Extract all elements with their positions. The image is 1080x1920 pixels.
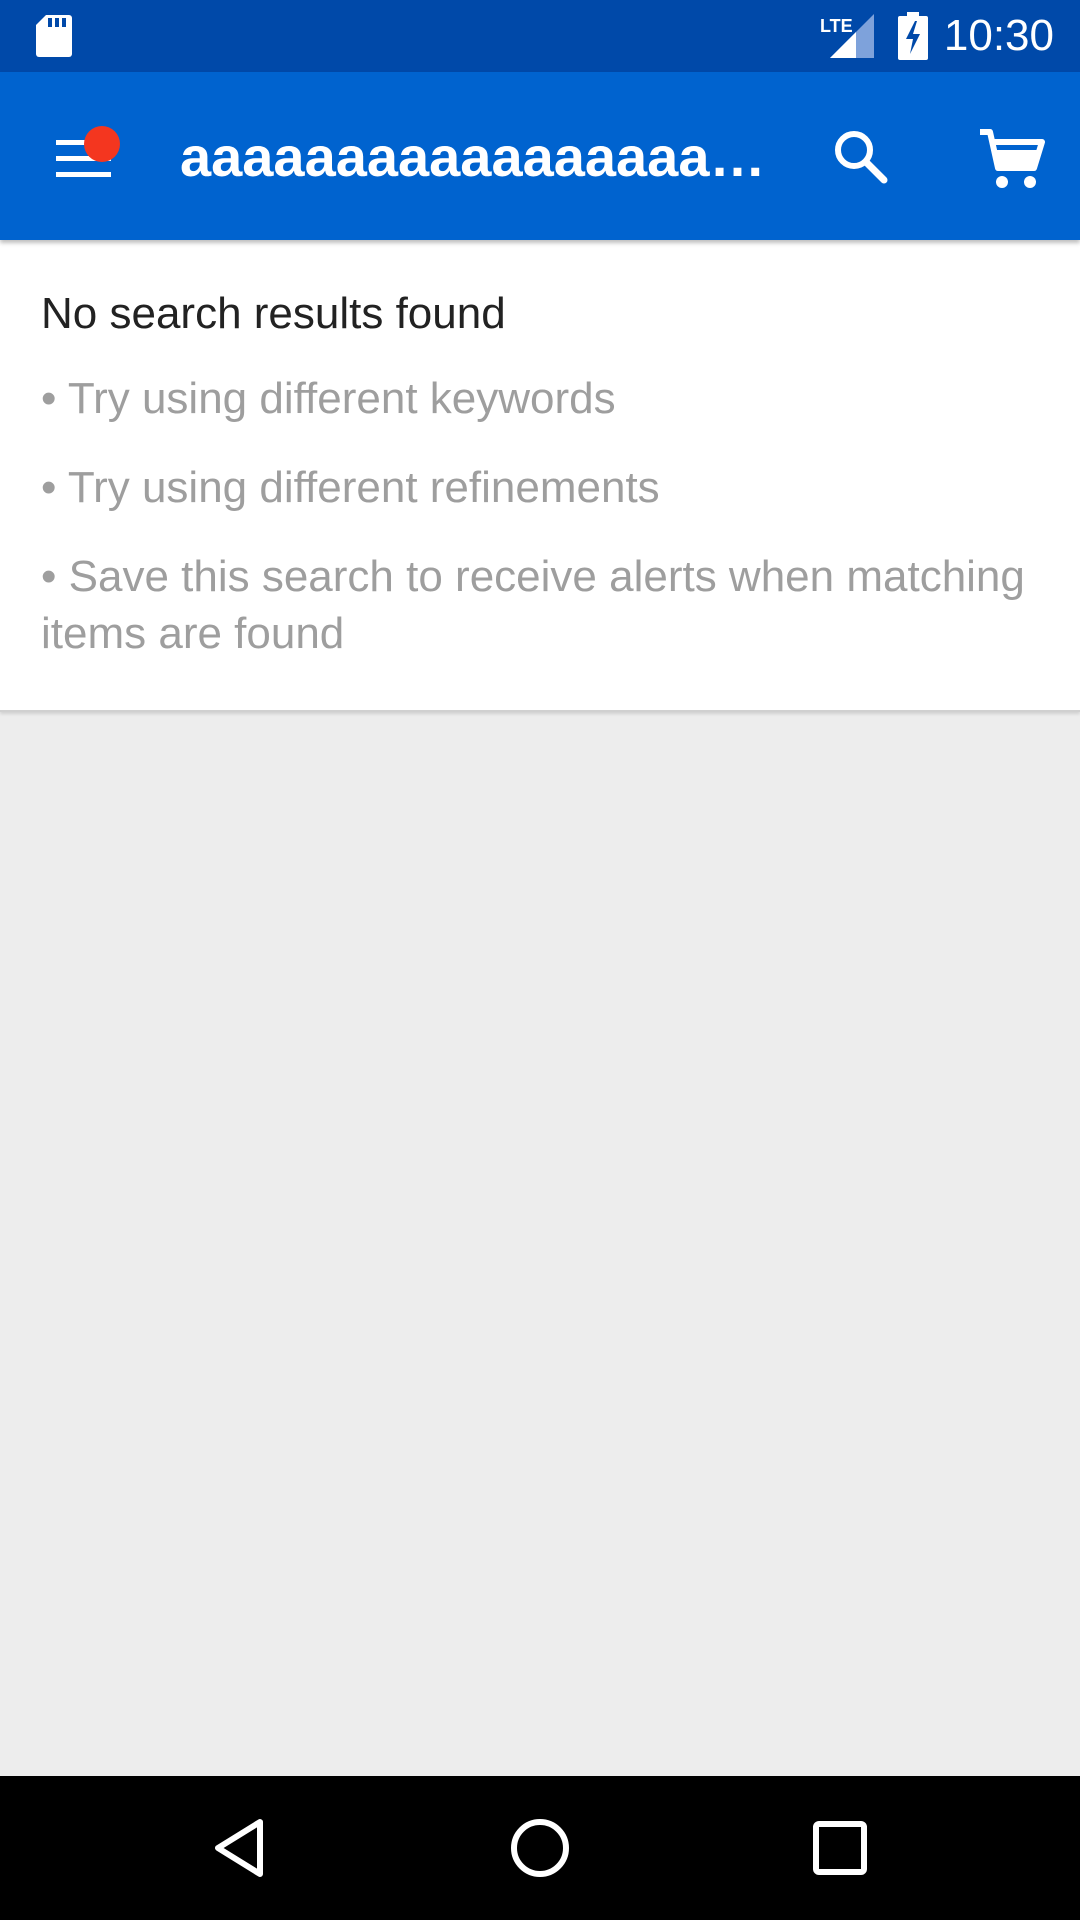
- home-button[interactable]: [490, 1798, 590, 1898]
- tips-list: • Try using different keywords • Try usi…: [41, 370, 1041, 694]
- navigation-bar: [0, 1776, 1080, 1920]
- home-icon: [511, 1819, 569, 1877]
- search-icon: [835, 131, 888, 184]
- lte-signal-icon: LTE: [820, 14, 874, 58]
- recents-button[interactable]: [790, 1798, 890, 1898]
- menu-button[interactable]: [40, 116, 130, 196]
- no-results-card: No search results found • Try using diff…: [0, 240, 1080, 712]
- back-button[interactable]: [190, 1798, 290, 1898]
- search-query-title[interactable]: aaaaaaaaaaaaaaaaaaaaaaaaaaaa: [180, 122, 770, 192]
- battery-charging-icon: [898, 12, 928, 60]
- tip-refinements: • Try using different refinements: [41, 463, 660, 512]
- notification-dot: [84, 126, 120, 162]
- recents-icon: [813, 1821, 867, 1875]
- no-results-title: No search results found: [41, 289, 506, 338]
- cart-icon: [980, 129, 1045, 188]
- tip-save-search: • Save this search to receive alerts whe…: [41, 552, 1025, 658]
- search-button[interactable]: [820, 116, 904, 200]
- app-bar: aaaaaaaaaaaaaaaaaaaaaaaaaaaa: [0, 72, 1080, 240]
- status-time: 10:30: [943, 11, 1054, 60]
- cart-button[interactable]: [968, 116, 1052, 200]
- back-icon: [215, 1819, 263, 1877]
- tip-keywords: • Try using different keywords: [41, 374, 616, 423]
- lte-label: LTE: [820, 16, 853, 36]
- status-bar: LTE 10:30: [0, 0, 1080, 72]
- sd-card-icon: [36, 15, 72, 57]
